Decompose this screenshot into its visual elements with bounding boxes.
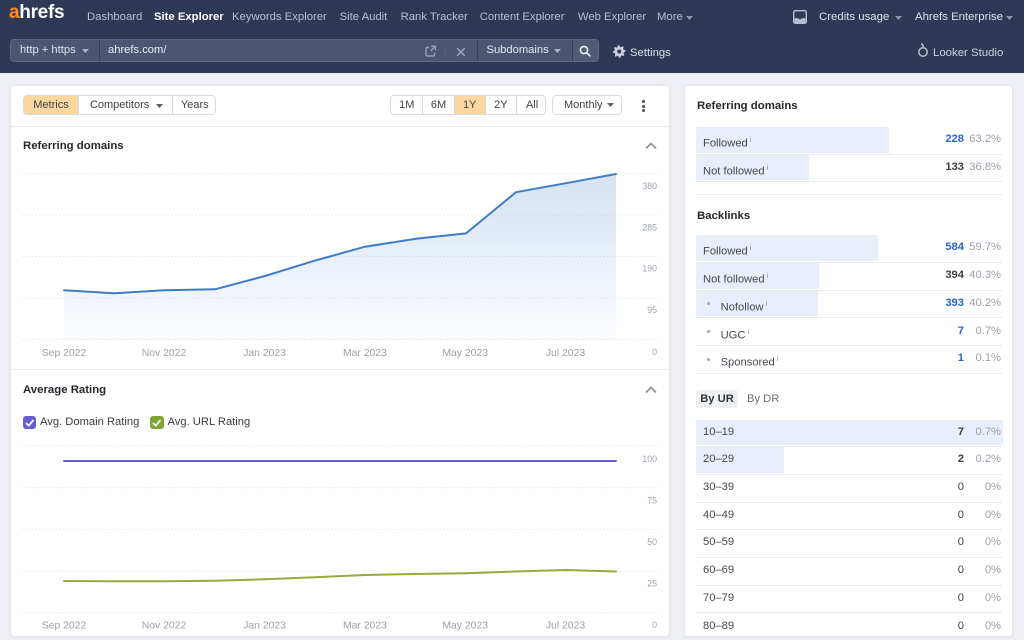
svg-text:50: 50 [647, 537, 657, 547]
svg-text:Mar 2023: Mar 2023 [343, 348, 387, 359]
svg-text:Sep 2022: Sep 2022 [42, 621, 87, 632]
svg-text:Jul 2023: Jul 2023 [546, 348, 586, 359]
svg-text:0: 0 [652, 620, 657, 630]
svg-text:95: 95 [647, 305, 657, 315]
svg-text:Nov 2022: Nov 2022 [142, 348, 187, 359]
svg-text:Jul 2023: Jul 2023 [546, 621, 586, 632]
svg-text:100: 100 [642, 454, 657, 464]
svg-text:Jan 2023: Jan 2023 [243, 621, 286, 632]
svg-text:May 2023: May 2023 [442, 621, 488, 632]
svg-text:25: 25 [647, 579, 657, 589]
svg-text:May 2023: May 2023 [442, 348, 488, 359]
svg-text:Mar 2023: Mar 2023 [343, 621, 387, 632]
svg-text:380: 380 [642, 181, 657, 191]
svg-text:Jan 2023: Jan 2023 [243, 348, 286, 359]
svg-text:Nov 2022: Nov 2022 [142, 621, 187, 632]
svg-text:190: 190 [642, 264, 657, 274]
svg-text:285: 285 [642, 222, 657, 232]
svg-text:0: 0 [652, 347, 657, 357]
svg-text:75: 75 [647, 496, 657, 506]
svg-text:Sep 2022: Sep 2022 [42, 348, 87, 359]
